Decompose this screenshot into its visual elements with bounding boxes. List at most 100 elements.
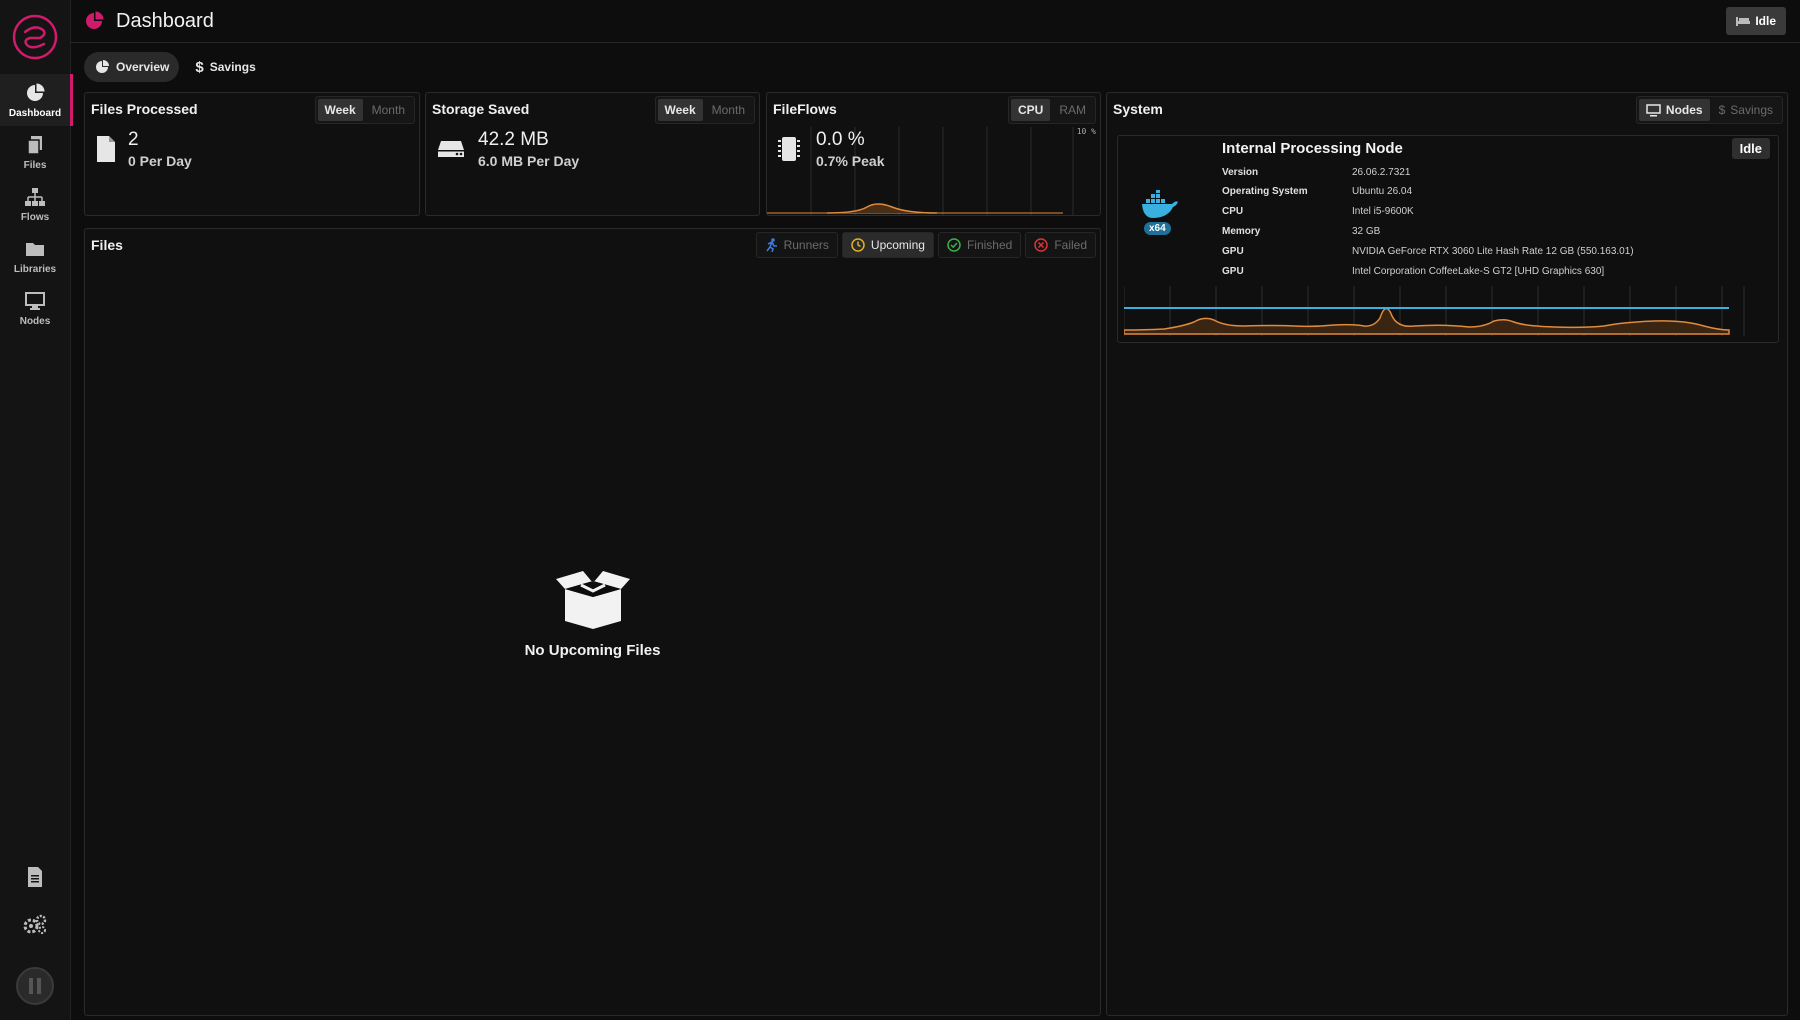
docker-icon [1142,190,1178,218]
log-button[interactable] [0,866,70,888]
cpu-toggle[interactable]: CPU [1010,99,1051,121]
savings-toggle[interactable]: $ Savings [1712,99,1780,121]
storage-saved-card: Storage Saved Week Month 42.2 MB 6.0 MB … [425,92,760,216]
empty-label: No Upcoming Files [524,642,661,659]
month-toggle[interactable]: Month [705,99,752,121]
tab-label: Runners [783,238,829,252]
sidebar-item-label: Dashboard [8,107,62,119]
gears-icon [23,914,47,934]
resource-toggle: CPU RAM [1007,96,1096,124]
nodes-toggle[interactable]: Nodes [1638,99,1710,121]
open-box-icon [555,571,630,629]
arch-badge: x64 [1144,222,1171,235]
running-icon [765,238,777,252]
node-info-memory: Memory 32 GB [1222,226,1381,237]
page-title: Dashboard [116,9,214,32]
tab-label: Upcoming [870,238,925,252]
tab-overview[interactable]: Overview [84,52,180,82]
files-icon [27,135,42,155]
files-processed-value: 2 [128,129,139,150]
toggle-label: Savings [1730,103,1773,117]
system-toggle: Nodes $ Savings [1635,96,1783,124]
node-usage-chart [1124,286,1745,336]
empty-state: No Upcoming Files [85,569,1100,659]
sidebar-item-libraries[interactable]: Libraries [0,230,70,282]
card-title: System [1113,101,1163,117]
file-icon [97,136,115,162]
period-toggle: Week Month [314,96,415,124]
tab-label: Overview [116,60,170,74]
tab-finished[interactable]: Finished [937,232,1022,258]
period-toggle: Week Month [654,96,755,124]
fileflows-logo[interactable] [10,12,60,62]
tab-failed[interactable]: Failed [1025,232,1096,258]
tab-savings[interactable]: $ Savings [185,52,265,82]
node-status-badge: Idle [1731,138,1770,159]
pause-button[interactable] [0,966,70,1006]
bed-icon [1736,17,1751,26]
fileflows-card: FileFlows CPU RAM 10 % 0.0 % 0.7% Peak [766,92,1101,216]
node-info-version: Version 26.06.2.7321 [1222,167,1411,178]
node-info-gpu-1: GPU NVIDIA GeForce RTX 3060 Lite Hash Rat… [1222,246,1634,257]
sidebar-item-nodes[interactable]: Nodes [0,282,70,334]
files-processed-card: Files Processed Week Month 2 0 Per Day [84,92,420,216]
sidebar-item-label: Flows [20,211,50,223]
system-panel: System Nodes $ Savings x64 Internal Proc… [1106,92,1788,1016]
cpu-peak: 0.7% Peak [816,153,885,169]
node-card[interactable]: x64 Internal Processing Node Idle Versio… [1117,135,1779,343]
dashboard-subtabs: Overview $ Savings [84,52,266,82]
status-label: Idle [1755,14,1776,28]
pause-icon [16,967,54,1005]
sitemap-icon [25,187,45,206]
files-processed-per-day: 0 Per Day [128,153,192,169]
node-info-os: Operating System Ubuntu 26.04 [1222,186,1413,197]
monitor-icon [1646,103,1661,116]
tab-label: Savings [209,60,256,74]
node-name: Internal Processing Node [1222,140,1403,157]
tab-upcoming[interactable]: Upcoming [841,232,934,258]
folder-icon [26,242,44,256]
sidebar-item-files[interactable]: Files [0,126,70,178]
status-button[interactable]: Idle [1726,7,1786,35]
files-tabs: Runners Upcoming Finished Failed [755,232,1096,258]
check-circle-icon [947,238,961,252]
pie-chart-icon [96,60,109,73]
pie-chart-icon [27,83,45,101]
top-header: Dashboard Idle [70,0,1800,43]
sidebar-item-label: Libraries [13,263,57,275]
sidebar-item-label: Files [23,159,47,171]
sidebar: Dashboard Files Flows Libraries Nodes [0,0,73,1020]
card-title: Files Processed [91,101,198,117]
clock-icon [851,238,865,252]
node-info-gpu-2: GPU Intel Corporation CoffeeLake-S GT2 [U… [1222,266,1605,277]
card-title: Files [91,237,123,253]
x-circle-icon [1034,238,1049,252]
toggle-label: Nodes [1665,103,1703,117]
hard-drive-icon [438,141,464,157]
chip-icon [778,137,800,161]
sidebar-item-flows[interactable]: Flows [0,178,70,230]
week-toggle[interactable]: Week [317,99,363,121]
files-panel: Files Runners Upcoming Finished Failed N… [84,228,1101,1016]
dollar-icon: $ [1718,103,1726,117]
document-icon [28,867,42,887]
dollar-icon: $ [195,58,204,76]
storage-saved-value: 42.2 MB [478,129,549,150]
tab-label: Failed [1054,238,1087,252]
sidebar-item-label: Nodes [19,315,51,327]
cpu-value: 0.0 % [816,129,865,150]
sidebar-item-dashboard[interactable]: Dashboard [0,74,73,126]
week-toggle[interactable]: Week [657,99,703,121]
ram-toggle[interactable]: RAM [1052,99,1093,121]
settings-button[interactable] [0,914,70,936]
card-title: Storage Saved [432,101,530,117]
month-toggle[interactable]: Month [365,99,412,121]
storage-saved-per-day: 6.0 MB Per Day [478,153,580,169]
dashboard-icon [86,11,104,29]
monitor-icon [25,291,45,310]
node-info-cpu: CPU Intel i5-9600K [1222,206,1414,217]
tab-label: Finished [966,238,1013,252]
tab-runners[interactable]: Runners [755,232,838,258]
chart-axis-label: 10 % [1076,127,1096,136]
card-title: FileFlows [773,101,837,117]
